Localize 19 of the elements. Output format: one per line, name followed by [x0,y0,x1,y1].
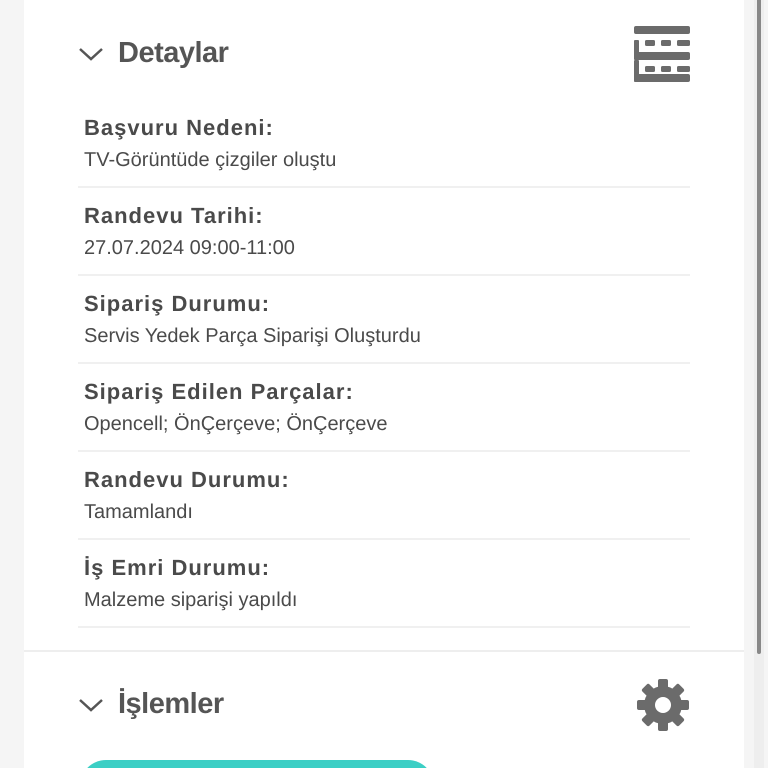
chevron-down-icon[interactable] [78,697,104,713]
field-label: Sipariş Edilen Parçalar: [84,378,355,406]
scrollbar[interactable] [754,0,764,768]
settings-icon[interactable] [636,678,690,732]
field-label: İş Emri Durumu: [84,554,272,582]
field-value: Malzeme siparişi yapıldı [84,588,298,613]
section-title[interactable]: Detaylar [118,32,228,76]
field-label: Randevu Tarihi: [84,202,265,230]
table-icon[interactable] [634,26,690,82]
section-title[interactable]: İşlemler [118,683,224,727]
field-label: Başvuru Nedeni: [84,114,275,142]
chevron-down-icon[interactable] [78,46,104,62]
field-value: Opencell; ÖnÇerçeve; ÖnÇerçeve [84,412,388,437]
field-value: Servis Yedek Parça Siparişi Oluşturdu [84,324,422,349]
field-label: Sipariş Durumu: [84,290,272,318]
field-value: TV-Görüntüde çizgiler oluştu [84,148,338,173]
field-value: Tamamlandı [84,500,194,525]
field-label: Randevu Durumu: [84,466,291,494]
field-value: 27.07.2024 09:00-11:00 [84,236,296,261]
